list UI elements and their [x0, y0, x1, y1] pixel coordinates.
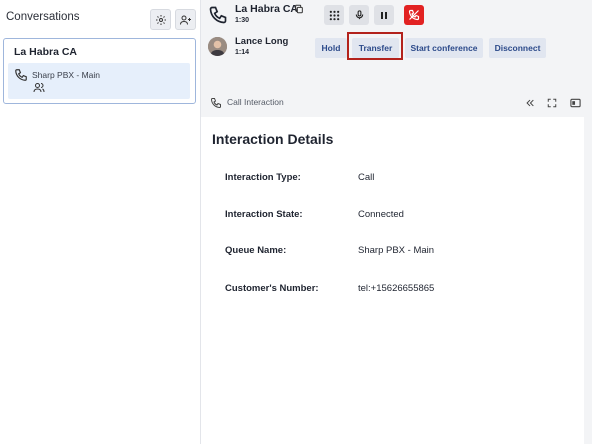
dialpad-icon	[329, 10, 339, 20]
participant-duration: 1:14	[235, 49, 250, 56]
customer-number-label: Customer's Number:	[225, 283, 319, 294]
interaction-type-value: Call	[358, 172, 375, 183]
expand-icon[interactable]	[547, 98, 557, 108]
sidebar-title: Conversations	[6, 11, 80, 23]
collapse-left-icon[interactable]	[525, 98, 535, 108]
queue-name-value: Sharp PBX - Main	[358, 245, 435, 256]
scrollbar[interactable]	[584, 117, 592, 444]
conversation-title: La Habra CA	[14, 46, 78, 58]
participant-name: Lance Long	[235, 36, 289, 47]
avatar	[208, 37, 227, 56]
pause-icon	[381, 11, 387, 19]
phone-icon	[209, 6, 227, 24]
gear-icon	[155, 14, 166, 25]
mute-button[interactable]	[349, 5, 369, 25]
add-user-icon	[180, 15, 191, 25]
dialpad-button[interactable]	[324, 5, 344, 25]
interaction-state-label: Interaction State:	[225, 209, 303, 220]
conversation-card[interactable]: La Habra CA Sharp PBX - Main	[3, 38, 196, 104]
microphone-icon	[355, 10, 363, 20]
transfer-highlight	[347, 32, 403, 60]
end-call-icon	[408, 9, 420, 21]
end-call-button[interactable]	[404, 5, 424, 25]
phone-icon	[15, 69, 27, 81]
conversations-sidebar: Conversations La Habra CA Sharp PBX - Ma…	[0, 0, 201, 444]
disconnect-button[interactable]: Disconnect	[489, 38, 546, 58]
customer-number-value: tel:+15626655865	[358, 283, 435, 294]
main-area: La Habra CA 1:30 Lance Long 1:14 Hold Tr…	[201, 0, 592, 444]
copy-icon[interactable]	[294, 4, 304, 14]
add-user-button[interactable]	[175, 9, 196, 30]
group-icon	[33, 83, 45, 93]
start-conference-button[interactable]: Start conference	[405, 38, 483, 58]
conversation-queue-item[interactable]: Sharp PBX - Main	[8, 63, 190, 99]
panel-header: Call Interaction	[201, 88, 592, 117]
interaction-details-panel: Interaction Details Interaction Type: Ca…	[201, 117, 584, 444]
pause-button[interactable]	[374, 5, 394, 25]
panel-title: Call Interaction	[227, 97, 284, 107]
hold-button[interactable]: Hold	[315, 38, 347, 58]
call-duration: 1:30	[235, 17, 250, 24]
settings-button[interactable]	[150, 9, 171, 30]
call-topbar: La Habra CA 1:30	[201, 0, 592, 34]
sidebar-header: Conversations	[0, 0, 200, 36]
phone-icon	[210, 98, 221, 109]
interaction-type-label: Interaction Type:	[225, 172, 301, 183]
details-heading: Interaction Details	[212, 131, 334, 147]
interaction-state-value: Connected	[358, 209, 404, 220]
queue-label: Sharp PBX - Main	[32, 70, 101, 80]
side-panel-icon[interactable]	[570, 98, 581, 108]
queue-name-label: Queue Name:	[225, 245, 287, 256]
call-title: La Habra CA	[235, 3, 299, 15]
